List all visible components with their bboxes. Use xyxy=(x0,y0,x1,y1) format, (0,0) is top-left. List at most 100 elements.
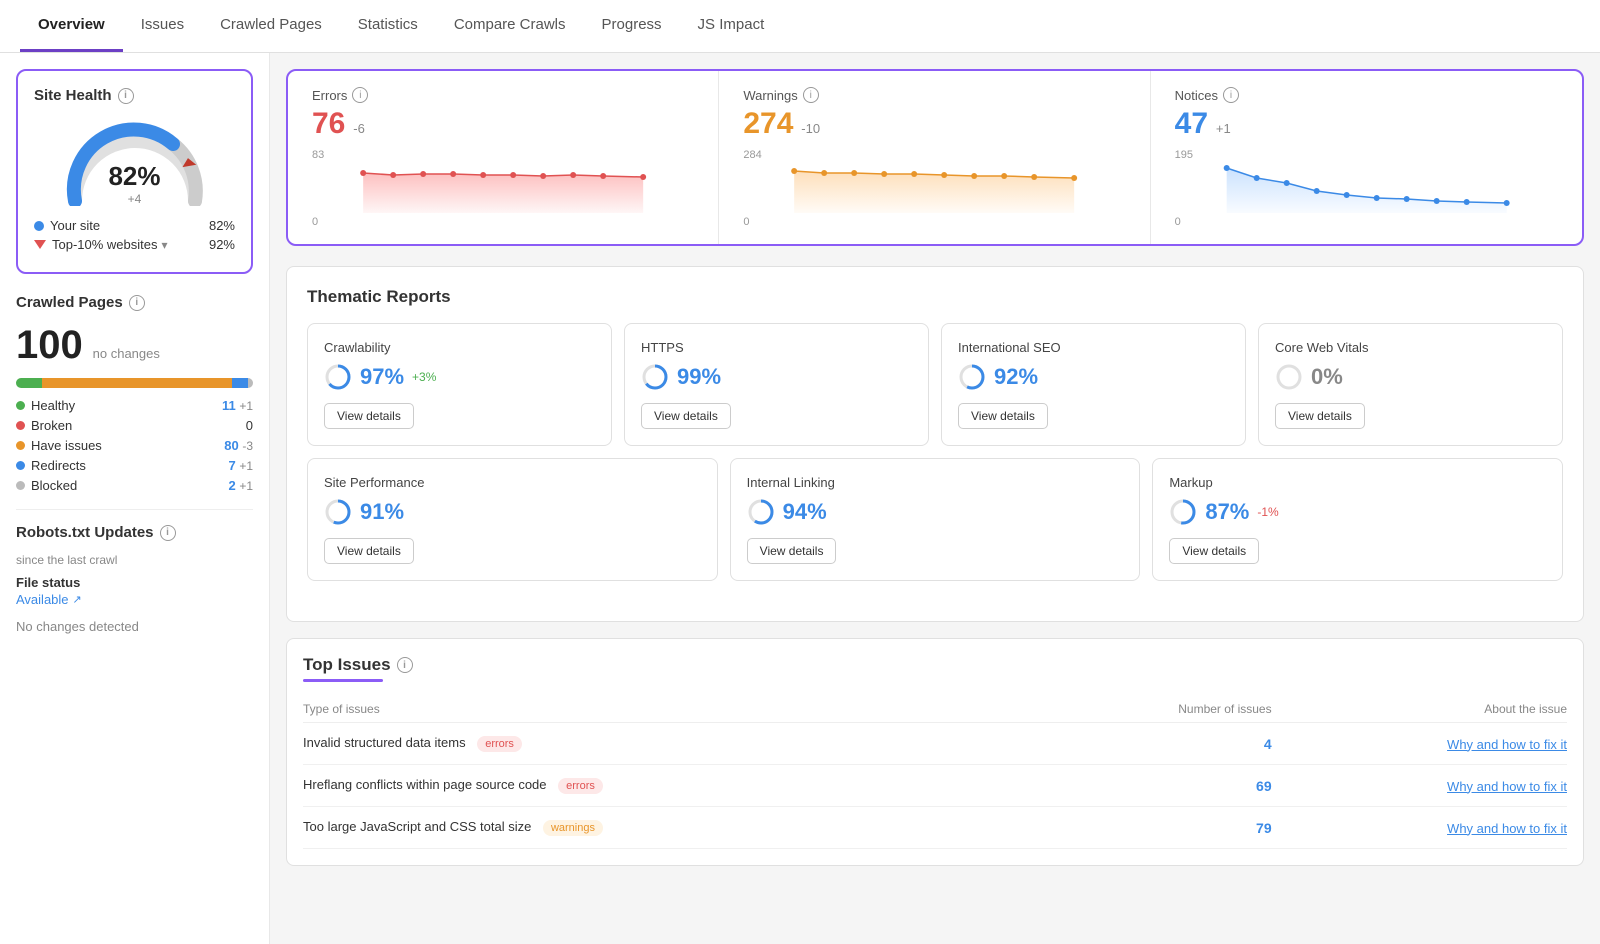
issue-count-cell: 69 xyxy=(1042,765,1272,807)
chevron-down-icon[interactable]: ▾ xyxy=(162,238,168,252)
col-type: Type of issues xyxy=(303,696,1042,723)
status-blocked: Blocked 2 +1 xyxy=(16,478,253,493)
nav-item-overview[interactable]: Overview xyxy=(20,0,123,52)
site-health-info-icon[interactable]: i xyxy=(118,88,134,104)
warnings-chart: 284 xyxy=(743,149,1125,228)
crawled-pages-title: Crawled Pages i xyxy=(16,294,253,311)
intl-seo-pct: 92% xyxy=(958,363,1229,391)
redirects-dot xyxy=(16,461,25,470)
issue-count-cell: 79 xyxy=(1042,807,1272,849)
thematic-reports: Thematic Reports Crawlability 97% +3% Vi… xyxy=(286,266,1584,622)
nav-item-compare-crawls[interactable]: Compare Crawls xyxy=(436,0,584,52)
warnings-info-icon[interactable]: i xyxy=(803,87,819,103)
top10-legend: Top-10% websites ▾ 92% xyxy=(34,237,235,252)
your-site-legend: Your site 82% xyxy=(34,218,235,233)
robots-sub: since the last crawl xyxy=(16,553,253,567)
gauge-text: 82% +4 xyxy=(108,161,160,206)
issue-type-cell: Hreflang conflicts within page source co… xyxy=(303,765,1042,807)
warnings-metric: Warnings i 274 -10 284 xyxy=(719,71,1150,244)
crawled-progress-bar xyxy=(16,378,253,388)
cwv-view-btn[interactable]: View details xyxy=(1275,403,1365,429)
crawlability-view-btn[interactable]: View details xyxy=(324,403,414,429)
issues-table: Type of issues Number of issues About th… xyxy=(303,696,1567,849)
report-international-seo: International SEO 92% View details xyxy=(941,323,1246,446)
site-perf-view-btn[interactable]: View details xyxy=(324,538,414,564)
fix-link[interactable]: Why and how to fix it xyxy=(1447,821,1567,836)
sidebar: Site Health i 82% xyxy=(0,53,270,944)
file-status-label: File status xyxy=(16,575,253,590)
notices-info-icon[interactable]: i xyxy=(1223,87,1239,103)
internal-linking-pct: 94% xyxy=(747,498,1124,526)
top-issues-section: Top Issues i Type of issues Number of is… xyxy=(286,638,1584,866)
table-row: Hreflang conflicts within page source co… xyxy=(303,765,1567,807)
main-nav: Overview Issues Crawled Pages Statistics… xyxy=(0,0,1600,53)
nav-item-js-impact[interactable]: JS Impact xyxy=(680,0,783,52)
nav-item-progress[interactable]: Progress xyxy=(584,0,680,52)
no-changes-text: No changes detected xyxy=(16,619,253,634)
gauge-wrap: 82% +4 xyxy=(55,116,215,206)
robots-section: Robots.txt Updates i since the last craw… xyxy=(16,509,253,634)
warnings-delta: -10 xyxy=(801,121,820,136)
intl-seo-view-btn[interactable]: View details xyxy=(958,403,1048,429)
table-row: Invalid structured data items errors 4 W… xyxy=(303,723,1567,765)
nav-item-crawled-pages[interactable]: Crawled Pages xyxy=(202,0,340,52)
fix-link[interactable]: Why and how to fix it xyxy=(1447,737,1567,752)
status-healthy: Healthy 11 +1 xyxy=(16,398,253,413)
main-layout: Site Health i 82% xyxy=(0,53,1600,944)
your-site-dot xyxy=(34,221,44,231)
issue-fix-cell: Why and how to fix it xyxy=(1272,765,1567,807)
internal-linking-view-btn[interactable]: View details xyxy=(747,538,837,564)
top-issues-info-icon[interactable]: i xyxy=(397,657,413,673)
site-health-card: Site Health i 82% xyxy=(16,69,253,274)
errors-info-icon[interactable]: i xyxy=(352,87,368,103)
table-row: Too large JavaScript and CSS total size … xyxy=(303,807,1567,849)
notices-metric: Notices i 47 +1 195 xyxy=(1151,71,1582,244)
https-view-btn[interactable]: View details xyxy=(641,403,731,429)
markup-circle xyxy=(1169,498,1197,526)
issues-underline xyxy=(303,679,383,682)
issue-badge: warnings xyxy=(543,820,603,836)
cwv-circle xyxy=(1275,363,1303,391)
healthy-dot xyxy=(16,401,25,410)
gauge-container: 82% +4 xyxy=(34,116,235,206)
blocked-dot xyxy=(16,481,25,490)
broken-dot xyxy=(16,421,25,430)
site-perf-circle xyxy=(324,498,352,526)
nav-item-statistics[interactable]: Statistics xyxy=(340,0,436,52)
errors-value-row: 76 -6 xyxy=(312,107,694,141)
notices-value: 47 xyxy=(1175,107,1208,140)
warnings-label: Warnings i xyxy=(743,87,1125,103)
issue-type-cell: Invalid structured data items errors xyxy=(303,723,1042,765)
issue-fix-cell: Why and how to fix it xyxy=(1272,723,1567,765)
nav-item-issues[interactable]: Issues xyxy=(123,0,202,52)
crawled-pages-count-row: 100 no changes xyxy=(16,323,253,368)
site-health-title: Site Health i xyxy=(34,87,235,104)
crawled-pages-info-icon[interactable]: i xyxy=(129,295,145,311)
fix-link[interactable]: Why and how to fix it xyxy=(1447,779,1567,794)
crawlability-circle xyxy=(324,363,352,391)
warnings-chart-svg xyxy=(743,163,1125,213)
file-status-link[interactable]: Available ↗ xyxy=(16,592,253,607)
robots-info-icon[interactable]: i xyxy=(160,525,176,541)
report-https: HTTPS 99% View details xyxy=(624,323,929,446)
notices-chart: 195 xyxy=(1175,149,1558,228)
issues-dot xyxy=(16,441,25,450)
intl-seo-circle xyxy=(958,363,986,391)
thematic-reports-title: Thematic Reports xyxy=(307,287,1563,307)
crawled-pages-section: Crawled Pages i 100 no changes Healthy 1… xyxy=(16,294,253,493)
crawled-sub: no changes xyxy=(93,346,160,361)
report-core-web-vitals: Core Web Vitals 0% View details xyxy=(1258,323,1563,446)
notices-label: Notices i xyxy=(1175,87,1558,103)
redirects-segment xyxy=(232,378,249,388)
issue-type-cell: Too large JavaScript and CSS total size … xyxy=(303,807,1042,849)
errors-value: 76 xyxy=(312,107,345,140)
notices-chart-svg xyxy=(1175,163,1558,213)
report-internal-linking: Internal Linking 94% View details xyxy=(730,458,1141,581)
gauge-delta: +4 xyxy=(108,192,160,206)
reports-row-1: Crawlability 97% +3% View details HTTPS xyxy=(307,323,1563,446)
markup-view-btn[interactable]: View details xyxy=(1169,538,1259,564)
main-content: Errors i 76 -6 83 xyxy=(270,53,1600,944)
robots-title: Robots.txt Updates i xyxy=(16,524,253,541)
errors-chart-svg xyxy=(312,163,694,213)
healthy-segment xyxy=(16,378,42,388)
